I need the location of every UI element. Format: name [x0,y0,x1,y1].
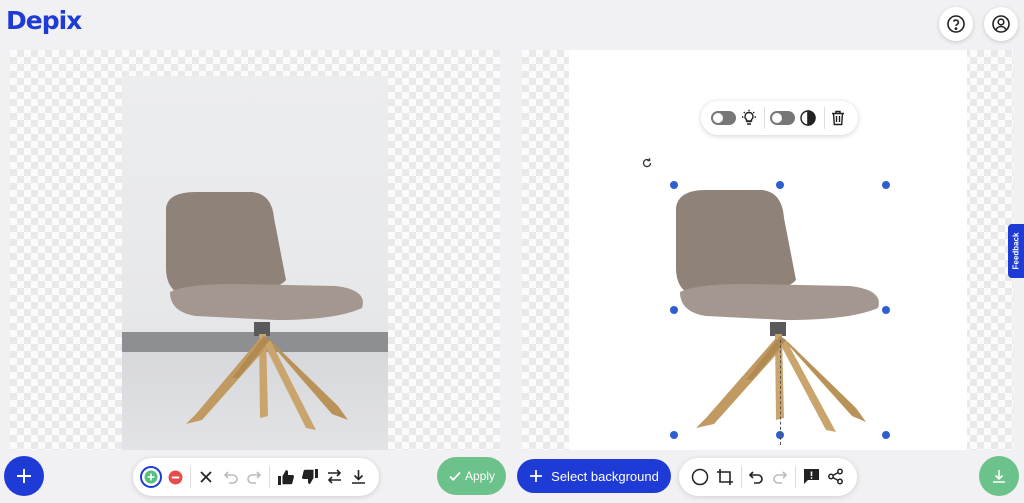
resize-handle-right[interactable] [882,306,890,314]
crop-icon[interactable] [716,468,734,486]
report-icon[interactable] [803,468,820,485]
resize-handle-bottom-left[interactable] [670,431,678,439]
help-button[interactable] [939,7,973,41]
contrast-icon[interactable] [799,109,817,127]
chair-image [166,192,363,430]
brush-add-icon [144,470,158,484]
canvas-toolbar [679,458,857,496]
rotate-handle-icon[interactable] [641,157,653,169]
divider [824,107,825,129]
resize-handle-bottom-right[interactable] [882,431,890,439]
floating-adjust-toolbar [701,101,858,135]
add-image-button[interactable] [4,456,44,496]
divider [741,466,742,488]
account-button[interactable] [984,7,1018,41]
resize-handle-top-left[interactable] [670,181,678,189]
divider [190,466,191,488]
undo-icon[interactable] [223,469,239,485]
select-background-label: Select background [551,468,659,484]
resize-handle-top-right[interactable] [882,181,890,189]
brush-add-button[interactable] [140,466,162,488]
check-icon [449,471,461,481]
divider [764,107,765,129]
toggle-light[interactable] [711,111,736,125]
redo-icon[interactable] [246,469,262,485]
close-icon[interactable] [199,470,213,484]
redo-icon[interactable] [772,469,788,485]
trash-icon[interactable] [831,110,845,126]
edit-toolbar [133,458,379,496]
plus-icon [530,470,543,482]
swap-icon[interactable] [326,468,343,485]
lightbulb-icon[interactable] [740,109,758,127]
undo-icon[interactable] [748,469,764,485]
feedback-label: Feedback [1011,232,1021,270]
thumbs-down-icon[interactable] [301,468,319,486]
user-circle-icon [992,15,1010,33]
divider [795,466,796,488]
toggle-contrast[interactable] [770,111,795,125]
download-icon[interactable] [350,468,367,485]
share-icon[interactable] [827,468,844,485]
select-background-button[interactable]: Select background [517,459,671,493]
download-icon [993,470,1005,483]
feedback-tab[interactable]: Feedback [1008,224,1024,278]
resize-handle-left[interactable] [670,306,678,314]
resize-handle-top[interactable] [776,181,784,189]
brush-erase-button[interactable] [167,469,183,485]
brush-erase-icon [168,470,182,484]
plus-icon [17,469,31,483]
app-logo[interactable]: Depix [6,6,82,35]
apply-button[interactable]: Apply [437,457,506,495]
thumbs-up-icon[interactable] [277,468,295,486]
download-result-button[interactable] [979,456,1019,496]
original-image-panel[interactable] [10,50,500,450]
circle-shape-icon[interactable] [691,468,709,486]
question-circle-icon [947,15,965,33]
apply-label: Apply [464,469,496,483]
center-guide-line [780,340,781,445]
divider [269,466,270,488]
